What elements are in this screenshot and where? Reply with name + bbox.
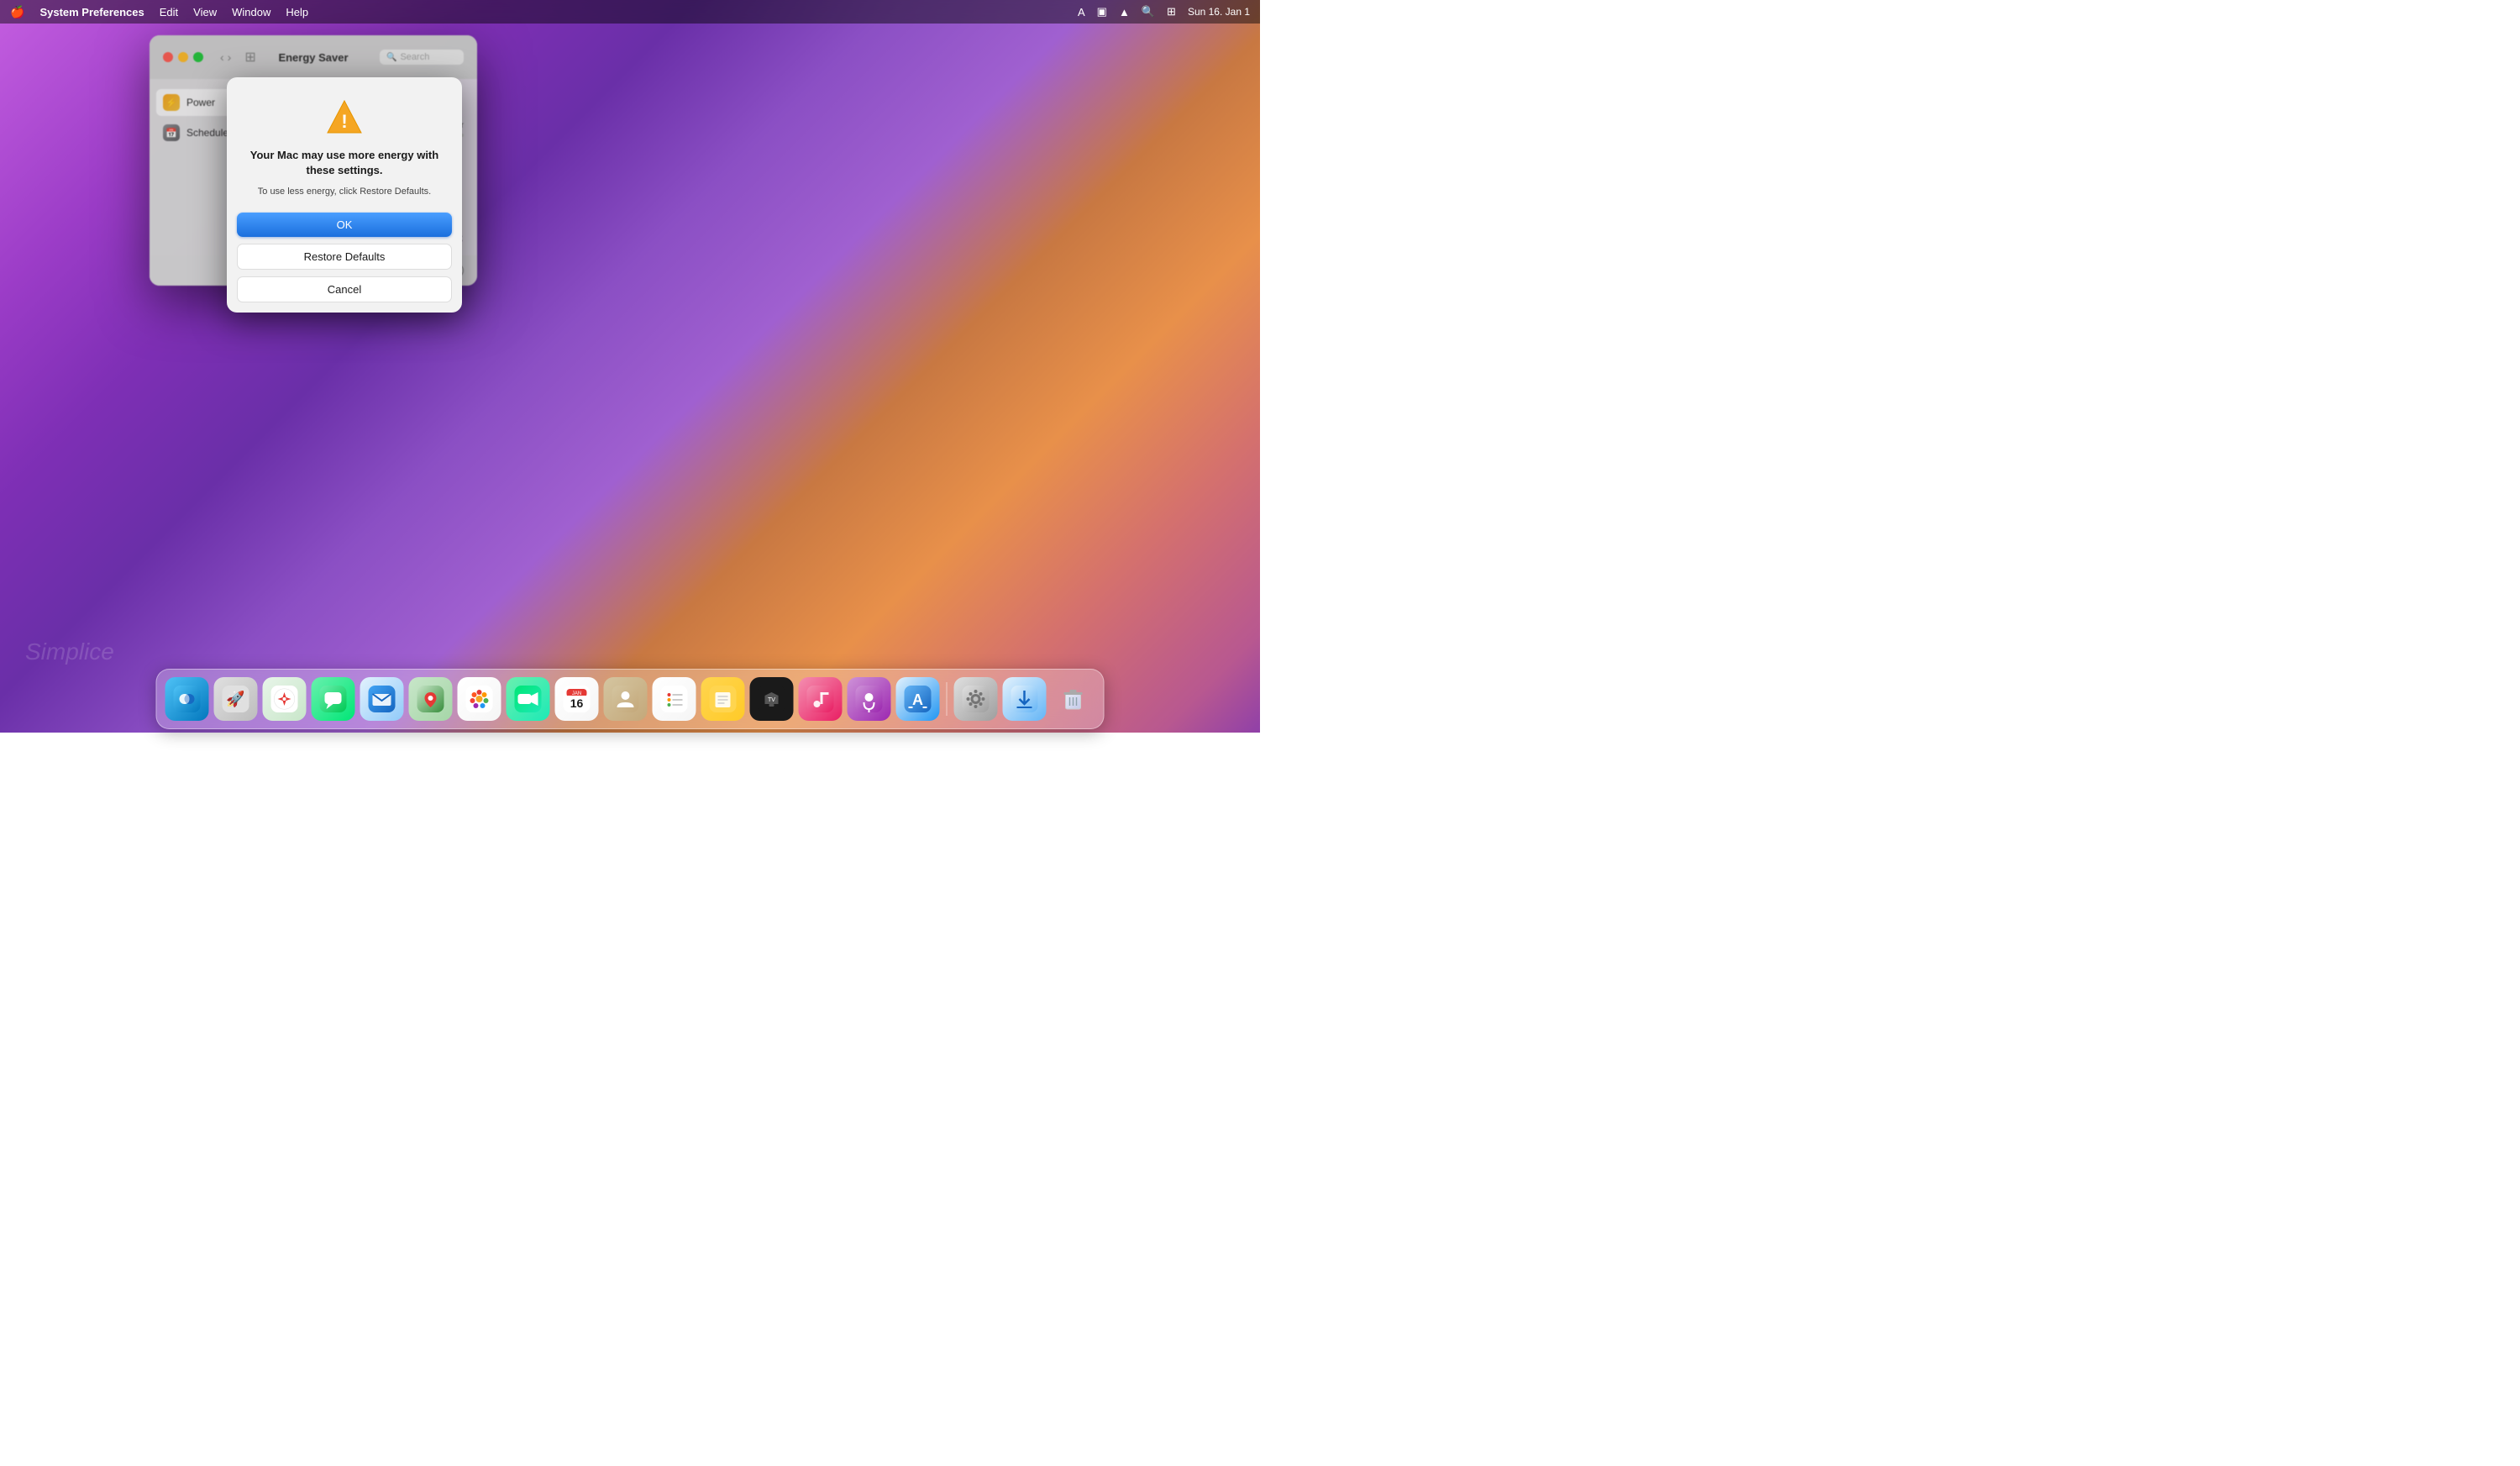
dock-item-reminders[interactable] <box>653 677 696 721</box>
dock-item-trash[interactable] <box>1052 677 1095 721</box>
svg-text:!: ! <box>341 111 347 132</box>
power-icon: ⚡ <box>163 94 180 111</box>
svg-text:TV: TV <box>768 697 775 703</box>
minimize-button[interactable] <box>178 52 188 62</box>
search-icon-small: 🔍 <box>386 53 396 62</box>
menubar: 🍎 System Preferences Edit View Window He… <box>0 0 1260 24</box>
svg-text:🚀: 🚀 <box>226 690 244 707</box>
dock-item-appletv[interactable]: TV <box>750 677 794 721</box>
dock-separator <box>947 682 948 716</box>
dock-item-appstore[interactable]: A <box>896 677 940 721</box>
dock-item-podcasts[interactable] <box>848 677 891 721</box>
dock-item-notes[interactable] <box>701 677 745 721</box>
restore-defaults-button[interactable]: Restore Defaults <box>237 244 452 270</box>
sidebar-item-schedule-label: Schedule <box>186 127 228 139</box>
menu-window[interactable]: Window <box>232 6 270 18</box>
dialog-title: Your Mac may use more energy with these … <box>244 148 445 178</box>
dock-item-mail[interactable] <box>360 677 404 721</box>
window-title: Energy Saver <box>278 51 348 64</box>
menubar-left: 🍎 System Preferences Edit View Window He… <box>10 5 308 19</box>
watermark: Simplice <box>25 638 114 665</box>
nav-arrows: ‹ › <box>220 50 231 64</box>
app-name-menu[interactable]: System Preferences <box>39 6 144 18</box>
maximize-button[interactable] <box>193 52 203 62</box>
display-icon: ▣ <box>1097 5 1107 18</box>
forward-arrow-icon[interactable]: › <box>228 50 232 64</box>
dock: 🚀 <box>156 669 1105 729</box>
search-icon[interactable]: 🔍 <box>1142 5 1155 18</box>
menubar-right: A ▣ ▲ 🔍 ⊞ Sun 16. Jan 1 <box>1078 5 1250 18</box>
control-center-icon[interactable]: ⊞ <box>1167 5 1176 18</box>
sidebar-item-power-label: Power <box>186 97 215 108</box>
menu-help[interactable]: Help <box>286 6 308 18</box>
menu-view[interactable]: View <box>193 6 217 18</box>
dock-item-system-preferences[interactable] <box>954 677 998 721</box>
dock-item-downloads[interactable] <box>1003 677 1047 721</box>
search-placeholder: Search <box>400 52 429 62</box>
back-arrow-icon[interactable]: ‹ <box>220 50 224 64</box>
dock-item-contacts[interactable] <box>604 677 648 721</box>
close-button[interactable] <box>163 52 173 62</box>
dock-item-facetime[interactable] <box>507 677 550 721</box>
dock-item-finder[interactable] <box>165 677 209 721</box>
wifi-icon[interactable]: ▲ <box>1119 6 1130 18</box>
svg-text:16: 16 <box>570 696 584 710</box>
apple-logo-icon[interactable]: 🍎 <box>10 5 24 19</box>
cancel-button[interactable]: Cancel <box>237 276 452 302</box>
svg-text:JAN: JAN <box>572 691 581 696</box>
dock-item-messages[interactable] <box>312 677 355 721</box>
traffic-lights <box>163 52 203 62</box>
ok-button[interactable]: OK <box>237 213 452 237</box>
alert-dialog: ! Your Mac may use more energy with thes… <box>227 77 462 313</box>
dialog-content: ! Your Mac may use more energy with thes… <box>227 77 462 213</box>
dock-item-maps[interactable] <box>409 677 453 721</box>
dock-item-calendar[interactable]: 16 JAN <box>555 677 599 721</box>
grid-view-icon[interactable]: ⊞ <box>244 49 255 66</box>
dock-item-launchpad[interactable]: 🚀 <box>214 677 258 721</box>
search-box[interactable]: 🔍 Search <box>380 50 464 65</box>
dock-item-photos[interactable] <box>458 677 501 721</box>
menu-edit[interactable]: Edit <box>160 6 178 18</box>
warning-icon: ! <box>324 97 365 138</box>
dialog-message: To use less energy, click Restore Defaul… <box>244 185 445 199</box>
text-input-icon: A <box>1078 6 1085 18</box>
svg-text:A: A <box>912 691 923 708</box>
schedule-icon: 📅 <box>163 124 180 141</box>
dock-item-safari[interactable] <box>263 677 307 721</box>
window-titlebar: ‹ › ⊞ Energy Saver 🔍 Search <box>150 35 477 79</box>
dock-item-music[interactable] <box>799 677 843 721</box>
dialog-buttons: OK Restore Defaults Cancel <box>227 213 462 313</box>
desktop: 🍎 System Preferences Edit View Window He… <box>0 0 1260 733</box>
menu-clock: Sun 16. Jan 1 <box>1188 6 1250 18</box>
